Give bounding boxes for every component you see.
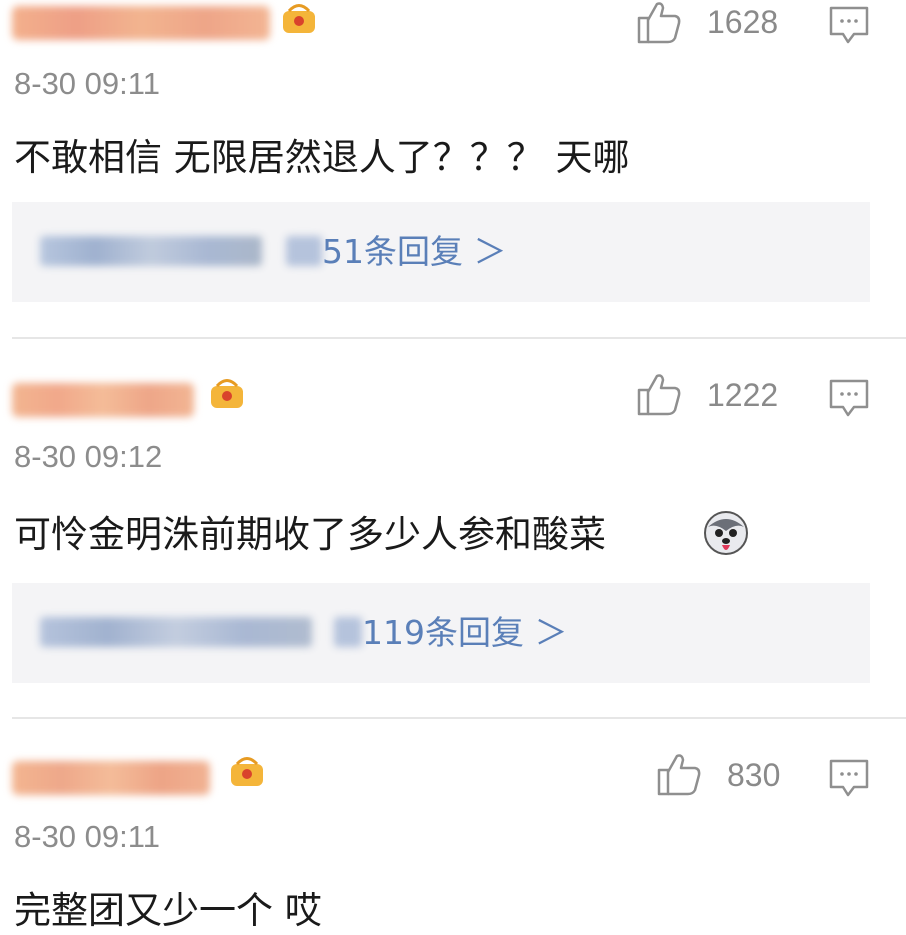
vip-badge-icon bbox=[283, 4, 315, 33]
like-count: 830 bbox=[727, 757, 781, 793]
like-count: 1222 bbox=[707, 377, 779, 413]
like-count: 1628 bbox=[707, 4, 779, 40]
reply-authors bbox=[40, 617, 312, 647]
comment-item: 1628 8-30 09:11 不敢相信 无限居然退人了？？？ 天哪 51条回复… bbox=[0, 0, 906, 339]
username[interactable] bbox=[12, 6, 270, 40]
comment-timestamp: 8-30 09:11 bbox=[14, 66, 160, 101]
vip-badge-icon bbox=[211, 379, 243, 408]
reply-authors bbox=[286, 236, 322, 266]
thumbs-up-icon[interactable] bbox=[636, 0, 682, 44]
comment-timestamp: 8-30 09:12 bbox=[14, 439, 163, 474]
username[interactable] bbox=[12, 761, 210, 795]
reply-authors bbox=[334, 617, 362, 647]
reply-count-link[interactable]: 119条回复 ＞ bbox=[362, 611, 567, 655]
reply-authors bbox=[40, 236, 262, 266]
thumbs-up-icon[interactable] bbox=[636, 372, 682, 416]
comment-bubble-icon[interactable] bbox=[828, 377, 870, 419]
vip-badge-icon bbox=[231, 757, 263, 786]
reply-preview[interactable]: 119条回复 ＞ bbox=[12, 583, 870, 683]
comment-text: 可怜金明洙前期收了多少人参和酸菜 bbox=[14, 513, 606, 556]
comment-bubble-icon[interactable] bbox=[828, 4, 870, 46]
husky-emoji-icon bbox=[704, 511, 748, 555]
reply-preview[interactable]: 51条回复 ＞ bbox=[12, 202, 870, 302]
comment-text: 完整团又少一个 哎 bbox=[14, 889, 322, 932]
comment-item: 830 8-30 09:11 完整团又少一个 哎 bbox=[0, 719, 906, 933]
thumbs-up-icon[interactable] bbox=[656, 752, 702, 796]
reply-count-link[interactable]: 51条回复 ＞ bbox=[322, 230, 506, 274]
comment-item: 1222 8-30 09:12 可怜金明洙前期收了多少人参和酸菜 119条回复 … bbox=[0, 339, 906, 719]
comment-bubble-icon[interactable] bbox=[828, 757, 870, 799]
username[interactable] bbox=[12, 383, 194, 417]
comment-text: 不敢相信 无限居然退人了？？？ 天哪 bbox=[14, 136, 630, 179]
comment-timestamp: 8-30 09:11 bbox=[14, 819, 160, 854]
